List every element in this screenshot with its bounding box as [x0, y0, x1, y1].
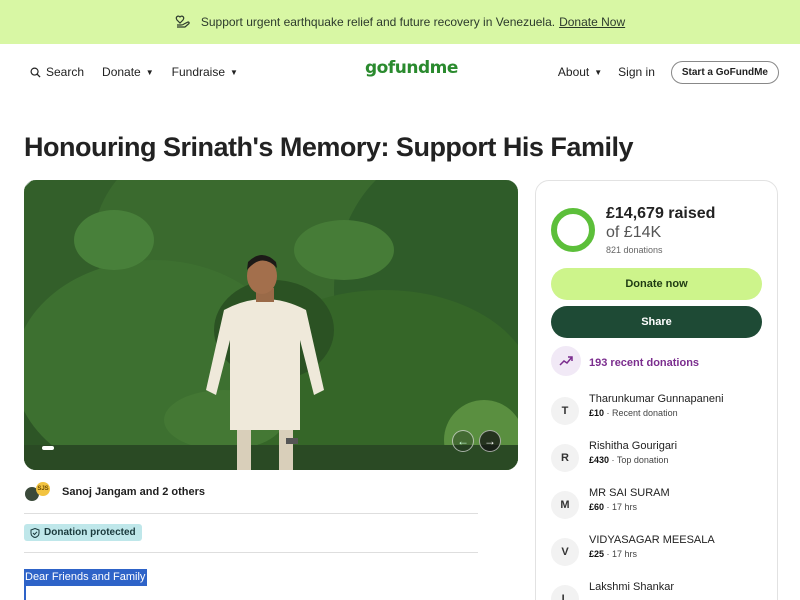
donation-protected-label: Donation protected: [44, 527, 136, 538]
donor-avatar: M: [551, 491, 579, 519]
search-icon: [30, 67, 41, 78]
shield-icon: [30, 527, 40, 538]
sign-in-link[interactable]: Sign in: [618, 65, 655, 79]
amount-raised: £14,679 raised: [606, 205, 716, 222]
divider: [24, 552, 478, 553]
donor-name: MR SAI SURAM: [589, 487, 670, 499]
donor-item: R Rishitha Gourigari £430 · Top donation: [551, 440, 771, 480]
recent-donations-link[interactable]: 193 recent donations: [589, 357, 699, 369]
divider: [24, 513, 478, 514]
top-nav: Search Donate ▼ Fundraise ▼ gofundme Abo…: [0, 44, 800, 100]
chevron-down-icon: ▼: [145, 67, 154, 77]
arrow-left-icon: ←: [457, 434, 469, 448]
avatar-initials: SJS: [36, 482, 50, 496]
about-menu-label: About: [557, 65, 590, 79]
organizer-name: Sanoj Jangam and 2 others: [62, 486, 206, 498]
trending-icon: [551, 346, 581, 376]
organizer-row[interactable]: SJS Sanoj Jangam and 2 others: [24, 482, 205, 502]
share-button[interactable]: Share: [551, 306, 762, 338]
gofundme-logo[interactable]: gofundme: [365, 58, 458, 78]
story-heading: Dear Friends and Family: [24, 569, 148, 586]
donor-item: L Lakshmi Shankar: [551, 581, 771, 600]
start-gofundme-button[interactable]: Start a GoFundMe: [670, 60, 779, 84]
donate-menu-label: Donate: [102, 65, 141, 79]
carousel-prev-button[interactable]: ←: [452, 430, 474, 452]
donor-avatar: T: [551, 397, 579, 425]
donate-now-button[interactable]: Donate now: [551, 268, 762, 300]
banner-donate-link[interactable]: Donate Now: [559, 15, 625, 29]
donor-amount: £10 · Recent donation: [589, 408, 678, 418]
donor-item: T Tharunkumar Gunnapaneni £10 · Recent d…: [551, 393, 771, 433]
fundraise-menu-label: Fundraise: [171, 65, 226, 79]
chevron-down-icon: ▼: [594, 67, 603, 77]
arrow-right-icon: →: [484, 434, 496, 448]
donor-name: Lakshmi Shankar: [589, 581, 674, 593]
campaign-photo-image: [24, 180, 518, 470]
announcement-banner: Support urgent earthquake relief and fut…: [0, 0, 800, 44]
donor-item: V VIDYASAGAR MEESALA £25 · 17 hrs: [551, 534, 771, 574]
text-selection: [24, 586, 26, 600]
search-label: Search: [46, 65, 85, 79]
donate-menu[interactable]: Donate ▼: [102, 65, 154, 79]
donation-card: £14,679 raised of £14K 821 donations Don…: [535, 180, 778, 600]
nav-left: Search Donate ▼ Fundraise ▼: [30, 44, 238, 100]
donor-amount: £430 · Top donation: [589, 455, 669, 465]
campaign-photo[interactable]: ← →: [24, 180, 518, 470]
banner-text: Support urgent earthquake relief and fut…: [200, 15, 556, 29]
donor-amount: £60 · 17 hrs: [589, 502, 638, 512]
about-menu[interactable]: About ▼: [558, 65, 602, 79]
heart-hand-icon: [175, 15, 190, 28]
fundraise-menu[interactable]: Fundraise ▼: [172, 65, 238, 79]
carousel-indicator[interactable]: [42, 446, 54, 450]
chevron-down-icon: ▼: [230, 67, 238, 77]
donation-count: 821 donations: [606, 245, 663, 255]
donor-name: Tharunkumar Gunnapaneni: [589, 393, 724, 405]
nav-right: About ▼ Sign in Start a GoFundMe: [558, 44, 779, 100]
donor-name: Rishitha Gourigari: [589, 440, 678, 452]
donor-name: VIDYASAGAR MEESALA: [589, 534, 715, 546]
carousel-next-button[interactable]: →: [479, 430, 501, 452]
progress-ring: [551, 208, 595, 252]
goal-amount: of £14K: [606, 224, 662, 241]
donor-item: M MR SAI SURAM £60 · 17 hrs: [551, 487, 771, 527]
donor-avatar: V: [551, 538, 579, 566]
donor-avatar: R: [551, 444, 579, 472]
search-button[interactable]: Search: [30, 65, 84, 79]
page-title: Honouring Srinath's Memory: Support His …: [24, 132, 633, 162]
organizer-avatars: SJS: [24, 482, 52, 502]
donor-avatar: L: [551, 585, 579, 600]
donation-protected-badge[interactable]: Donation protected: [24, 524, 142, 541]
donor-amount: £25 · 17 hrs: [589, 549, 638, 559]
